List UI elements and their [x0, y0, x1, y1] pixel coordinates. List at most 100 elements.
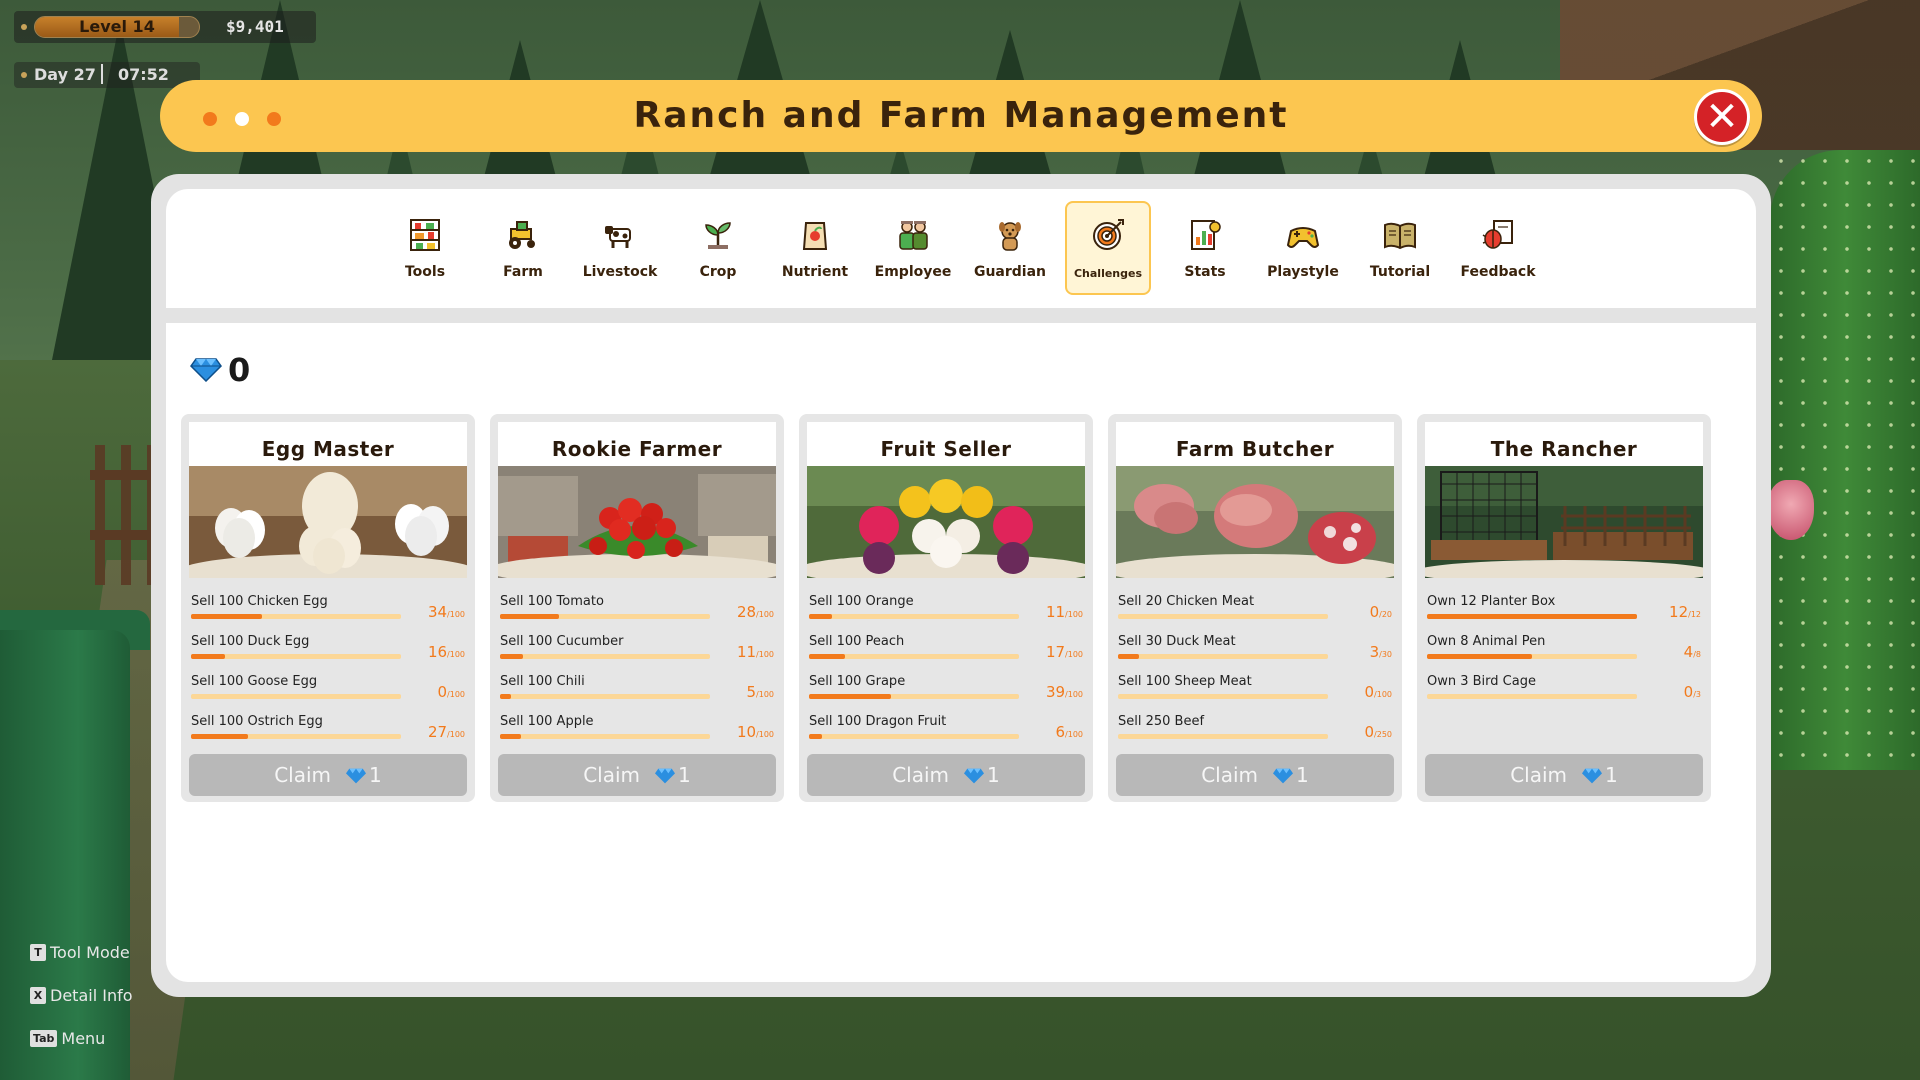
card-title: Rookie Farmer: [551, 437, 723, 461]
tab-label: Nutrient: [781, 264, 849, 280]
goal-label: Own 3 Bird Cage: [1427, 674, 1536, 689]
goal-total: /100: [447, 610, 465, 619]
goal-label: Own 8 Animal Pen: [1427, 634, 1546, 649]
tab-farm[interactable]: Farm: [480, 201, 566, 295]
goal-current: 0: [1369, 603, 1380, 621]
goal-count: 10/100: [737, 723, 774, 744]
gem-count: 0: [228, 351, 251, 389]
goal-label: Sell 30 Duck Meat: [1118, 634, 1236, 649]
claim-button[interactable]: Claim 1: [807, 754, 1085, 796]
meat-image: [1116, 466, 1394, 578]
challenge-card-farm-butcher: Farm Butcher Sell 20 Chicken Meat 0/20 S…: [1108, 414, 1402, 802]
goal-progress-bar: [1118, 614, 1328, 619]
recycle-bin: [0, 630, 130, 1080]
goal-total: /100: [756, 730, 774, 739]
money-display: $9,401: [226, 17, 284, 36]
challenge-goal: Sell 100 Goose Egg 0/100: [191, 673, 465, 709]
tab-stats[interactable]: Stats: [1162, 201, 1248, 295]
goal-total: /30: [1379, 650, 1392, 659]
goal-current: 12: [1669, 603, 1689, 621]
diamond-icon: [346, 768, 367, 784]
goal-progress-fill: [500, 694, 511, 699]
book-icon: [1384, 222, 1416, 250]
goal-total: /100: [756, 650, 774, 659]
hint-label: Detail Info: [50, 986, 133, 1005]
goal-progress-fill: [1118, 654, 1139, 659]
day-display: Day 27: [34, 65, 96, 84]
tab-tools[interactable]: Tools: [382, 201, 468, 295]
challenge-goal: Sell 100 Tomato 28/100: [500, 593, 774, 629]
goal-total: /100: [447, 650, 465, 659]
tab-livestock[interactable]: Livestock: [577, 201, 663, 295]
claim-button[interactable]: Claim 1: [189, 754, 467, 796]
claim-label: Claim: [274, 763, 332, 787]
goal-count: 34/100: [428, 603, 465, 624]
diamond-icon: [1582, 768, 1603, 784]
goal-label: Sell 100 Tomato: [500, 594, 604, 609]
goal-label: Sell 100 Chili: [500, 674, 585, 689]
close-button[interactable]: ✕: [1694, 89, 1750, 145]
window-title: Ranch and Farm Management: [633, 95, 1289, 136]
goal-count: 17/100: [1046, 643, 1083, 664]
goal-count: 0/3: [1684, 683, 1701, 704]
goal-progress-fill: [500, 654, 524, 659]
goal-total: /100: [1065, 730, 1083, 739]
goal-count: 16/100: [428, 643, 465, 664]
challenge-goal: Sell 100 Ostrich Egg 27/100: [191, 713, 465, 749]
card-title: Fruit Seller: [880, 437, 1012, 461]
goal-progress-fill: [191, 614, 263, 619]
challenge-card-rookie-farmer: Rookie Farmer Sell 100 Tomato 28/100 Sel…: [490, 414, 784, 802]
goal-progress-bar: [809, 734, 1019, 739]
goal-progress-bar: [1118, 734, 1328, 739]
goal-progress-bar: [1118, 694, 1328, 699]
goal-progress-bar: [500, 734, 710, 739]
window-title-bar[interactable]: Ranch and Farm Management: [160, 80, 1762, 152]
claim-button[interactable]: Claim 1: [1425, 754, 1703, 796]
hud-bullet-icon: [21, 72, 27, 78]
goal-label: Sell 100 Peach: [809, 634, 905, 649]
tab-nutrient[interactable]: Nutrient: [772, 201, 858, 295]
tab-label: Guardian: [973, 264, 1047, 280]
goal-label: Sell 100 Dragon Fruit: [809, 714, 947, 729]
cow-icon: [605, 226, 631, 248]
tab-crop[interactable]: Crop: [675, 201, 761, 295]
ranch-pens-image: [1425, 466, 1703, 578]
tab-playstyle[interactable]: Playstyle: [1260, 201, 1346, 295]
challenge-goal: Sell 30 Duck Meat 3/30: [1118, 633, 1392, 669]
goal-count: 28/100: [737, 603, 774, 624]
tab-label: Feedback: [1460, 264, 1536, 280]
tab-guardian[interactable]: Guardian: [967, 201, 1053, 295]
tab-label: Challenges: [1073, 267, 1143, 280]
challenge-goal: Sell 100 Chicken Egg 34/100: [191, 593, 465, 629]
tab-challenges[interactable]: Challenges: [1065, 201, 1151, 295]
goal-progress-fill: [809, 694, 891, 699]
goal-progress-fill: [1427, 614, 1637, 619]
tab-label: Crop: [699, 264, 737, 280]
goal-current: 6: [1055, 723, 1066, 741]
challenge-goal: Sell 100 Grape 39/100: [809, 673, 1083, 709]
goal-total: /100: [1374, 690, 1392, 699]
fruits-image: [807, 466, 1085, 578]
goal-label: Sell 100 Orange: [809, 594, 914, 609]
goal-current: 0: [1364, 683, 1375, 701]
goal-current: 5: [746, 683, 757, 701]
hint-menu: Tab Menu: [30, 1028, 105, 1050]
goal-label: Own 12 Planter Box: [1427, 594, 1556, 609]
level-label: Level 14: [79, 17, 155, 36]
goal-total: /100: [1065, 610, 1083, 619]
key-cap: Tab: [30, 1030, 58, 1047]
claim-button[interactable]: Claim 1: [498, 754, 776, 796]
diamond-icon: [1273, 768, 1294, 784]
hint-tool-mode: T Tool Mode: [30, 942, 130, 964]
tab-tutorial[interactable]: Tutorial: [1357, 201, 1443, 295]
claim-button[interactable]: Claim 1: [1116, 754, 1394, 796]
goal-count: 27/100: [428, 723, 465, 744]
challenge-card-fruit-seller: Fruit Seller Sell 100 Orange 11/100 Sell…: [799, 414, 1093, 802]
goal-total: /100: [447, 730, 465, 739]
challenge-goal: Own 3 Bird Cage 0/3: [1427, 673, 1701, 709]
cactus-spines: [1770, 150, 1920, 770]
target-icon: [1093, 219, 1124, 250]
diamond-icon: [964, 768, 985, 784]
tab-employee[interactable]: Employee: [870, 201, 956, 295]
tab-feedback[interactable]: Feedback: [1455, 201, 1541, 295]
